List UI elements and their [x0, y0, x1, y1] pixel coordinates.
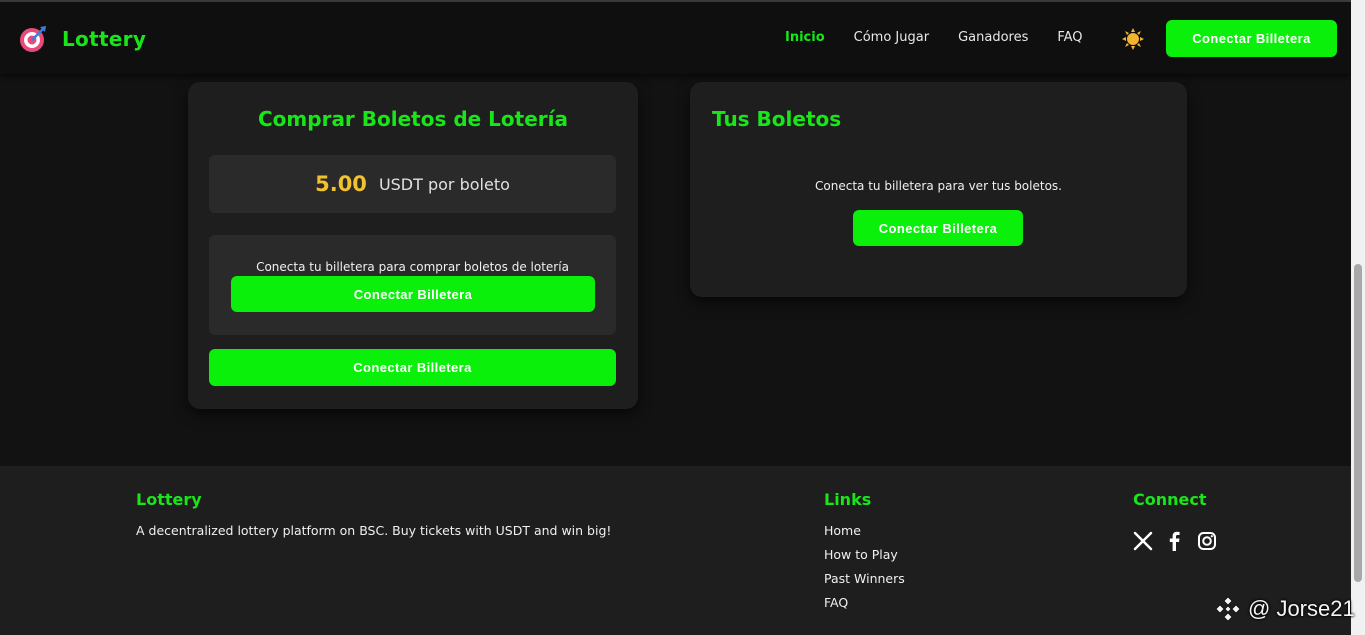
nav-item-ganadores[interactable]: Ganadores — [958, 30, 1028, 45]
footer-connect-title: Connect — [1133, 490, 1207, 509]
footer-link-past-winners[interactable]: Past Winners — [824, 571, 905, 586]
buy-card-title: Comprar Boletos de Lotería — [258, 107, 568, 131]
x-icon[interactable] — [1133, 531, 1153, 551]
ticket-price-value: 5.00 — [315, 172, 367, 196]
target-logo-icon — [20, 26, 46, 52]
buy-connect-message: Conecta tu billetera para comprar boleto… — [256, 260, 569, 274]
buy-connect-wallet-button[interactable]: Conectar Billetera — [231, 276, 595, 312]
footer-brand-description: A decentralized lottery platform on BSC.… — [136, 523, 612, 538]
top-navbar: Lottery Inicio Cómo Jugar Ganadores FAQ … — [0, 0, 1351, 74]
footer-link-how-to-play[interactable]: How to Play — [824, 547, 905, 562]
ticket-price-unit: USDT por boleto — [378, 174, 510, 194]
tickets-connect-wallet-button[interactable]: Conectar Billetera — [853, 210, 1023, 246]
logo-text: Lottery — [62, 27, 147, 51]
footer-links-column: Links Home How to Play Past Winners FAQ — [824, 490, 905, 619]
tickets-connect-message: Conecta tu billetera para ver tus boleto… — [815, 179, 1062, 193]
binance-diamond-icon — [1215, 596, 1241, 622]
facebook-icon[interactable] — [1165, 531, 1185, 551]
logo[interactable]: Lottery — [18, 24, 146, 54]
nav-item-faq[interactable]: FAQ — [1057, 30, 1082, 45]
page-scrollbar[interactable] — [1351, 0, 1365, 635]
ticket-price-box: 5.00 USDT por boleto — [209, 155, 616, 213]
buy-tickets-card: Comprar Boletos de Lotería 5.00 USDT por… — [188, 82, 638, 409]
instagram-icon[interactable] — [1197, 531, 1217, 551]
buy-submit-connect-wallet-button[interactable]: Conectar Billetera — [209, 349, 616, 386]
your-tickets-card: Tus Boletos Conecta tu billetera para ve… — [690, 82, 1187, 297]
nav-item-como-jugar[interactable]: Cómo Jugar — [854, 30, 929, 45]
social-links — [1133, 531, 1217, 551]
footer-link-faq[interactable]: FAQ — [824, 595, 905, 610]
footer-brand-title: Lottery — [136, 490, 202, 509]
footer-brand-column: Lottery A decentralized lottery platform… — [136, 490, 611, 538]
footer-links-title: Links — [824, 490, 872, 509]
header-connect-wallet-button[interactable]: Conectar Billetera — [1166, 20, 1337, 57]
footer-link-home[interactable]: Home — [824, 523, 905, 538]
nav-item-inicio[interactable]: Inicio — [785, 30, 825, 45]
main-nav: Inicio Cómo Jugar Ganadores FAQ — [785, 30, 1083, 45]
scrollbar-thumb[interactable] — [1354, 264, 1362, 582]
sun-icon[interactable] — [1122, 28, 1144, 50]
watermark: @ Jorse21 — [1214, 595, 1355, 623]
tickets-card-title: Tus Boletos — [712, 107, 842, 131]
footer: Lottery A decentralized lottery platform… — [0, 466, 1351, 635]
watermark-text: @ Jorse21 — [1248, 596, 1355, 621]
footer-connect-column: Connect — [1133, 490, 1217, 551]
buy-connect-box: Conecta tu billetera para comprar boleto… — [209, 235, 616, 335]
footer-links-list: Home How to Play Past Winners FAQ — [824, 523, 905, 610]
